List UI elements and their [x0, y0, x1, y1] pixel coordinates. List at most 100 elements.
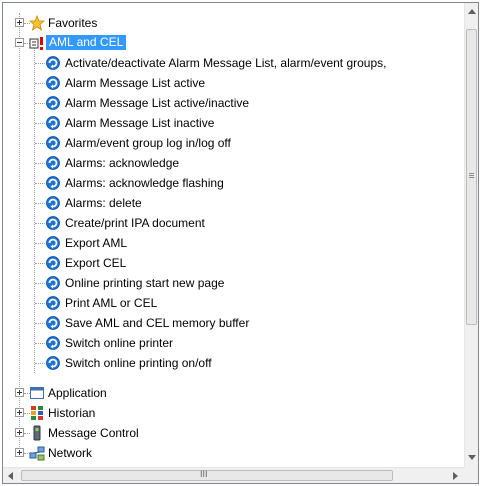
tree-node-label: Favorites: [48, 16, 98, 30]
tree-node-label: Network: [48, 446, 93, 460]
tree-leaf-function[interactable]: Print AML or CEL: [3, 293, 466, 313]
tree-node-label: Message Control: [48, 426, 139, 440]
tree-line: [35, 163, 45, 164]
tree-leaf-function[interactable]: Export AML: [3, 233, 466, 253]
tree-node-application[interactable]: Application: [3, 383, 466, 403]
tree-node-message-control[interactable]: Message Control: [3, 423, 466, 443]
function-icon: [46, 336, 60, 350]
tree-leaf-function[interactable]: Create/print IPA document: [3, 213, 466, 233]
tree-node-label: Application: [48, 386, 107, 400]
function-icon: [46, 56, 60, 70]
expand-button[interactable]: [15, 388, 24, 397]
tree-line: [35, 323, 45, 324]
tree-line: [35, 263, 45, 264]
tree-leaf-label: Online printing start new page: [65, 276, 225, 290]
tree-node-historian[interactable]: Historian: [3, 403, 466, 423]
collapse-button[interactable]: [15, 38, 24, 47]
scroll-up-arrow-icon[interactable]: [468, 9, 476, 15]
tree-leaf-function[interactable]: Alarm Message List active: [3, 73, 466, 93]
tree-leaf-function[interactable]: Alarms: acknowledge: [3, 153, 466, 173]
expand-button[interactable]: [15, 18, 24, 27]
scroll-down-arrow-icon[interactable]: [468, 455, 476, 461]
tree-leaf-label: Print AML or CEL: [65, 296, 158, 310]
tree-leaf-label: Alarm Message List inactive: [65, 116, 215, 130]
function-icon: [46, 96, 60, 110]
tree-leaf-label: Alarms: acknowledge: [65, 156, 180, 170]
tree-line: [35, 183, 45, 184]
function-icon: [46, 276, 60, 290]
tree-leaf-function[interactable]: Alarm Message List inactive: [3, 113, 466, 133]
device-icon: [33, 425, 41, 441]
scroll-right-arrow-icon[interactable]: [453, 472, 459, 480]
expand-button[interactable]: [15, 428, 24, 437]
tree-line: [35, 243, 45, 244]
function-icon: [46, 216, 60, 230]
horizontal-scroll-thumb[interactable]: III: [21, 469, 393, 481]
tree-leaf-function[interactable]: Alarms: acknowledge flashing: [3, 173, 466, 193]
tree-leaf-label: Save AML and CEL memory buffer: [65, 316, 250, 330]
vertical-scrollbar[interactable]: [464, 3, 478, 467]
function-icon: [46, 176, 60, 190]
tree-leaf-function[interactable]: Online printing start new page: [3, 273, 466, 293]
tree-leaf-label: Switch online printer: [65, 336, 174, 350]
tree-leaf-label: Activate/deactivate Alarm Message List, …: [65, 56, 387, 70]
function-icon: [46, 356, 60, 370]
tree-leaf-function[interactable]: Switch online printer: [3, 333, 466, 353]
tree-line: [35, 283, 45, 284]
tree-node-favorites[interactable]: Favorites: [3, 13, 466, 33]
expand-button[interactable]: [15, 448, 24, 457]
function-tree[interactable]: Favorites AML and CEL Activate/deactivat…: [3, 3, 466, 467]
function-icon: [46, 196, 60, 210]
function-icon: [46, 116, 60, 130]
function-icon: [46, 296, 60, 310]
tree-leaf-label: Alarms: delete: [65, 196, 142, 210]
tree-leaf-label: Export AML: [65, 236, 128, 250]
historian-icon: [31, 406, 43, 420]
tree-leaf-label: Export CEL: [65, 256, 127, 270]
tree-leaf-function[interactable]: Alarm Message List active/inactive: [3, 93, 466, 113]
tree-node-label-selected: AML and CEL: [46, 35, 127, 50]
tree-leaf-function[interactable]: Switch online printing on/off: [3, 353, 466, 373]
star-icon: [29, 15, 45, 31]
function-icon: [46, 76, 60, 90]
tree-leaf-label: Switch online printing on/off: [65, 356, 212, 370]
tree-leaf-label: Alarm Message List active/inactive: [65, 96, 250, 110]
tree-line: [35, 343, 45, 344]
tree-line: [35, 123, 45, 124]
scroll-grip: III: [200, 469, 208, 479]
tree-line: [35, 63, 45, 64]
tree-line: [35, 103, 45, 104]
tree-line: [35, 203, 45, 204]
window-icon: [30, 387, 44, 399]
vertical-scroll-thumb[interactable]: [466, 29, 477, 325]
tree-leaf-function[interactable]: Activate/deactivate Alarm Message List, …: [3, 53, 466, 73]
function-icon: [46, 136, 60, 150]
tree-leaf-function[interactable]: Alarm/event group log in/log off: [3, 133, 466, 153]
tree-line: [35, 223, 45, 224]
scroll-corner: [464, 467, 478, 483]
tree-leaf-function[interactable]: Save AML and CEL memory buffer: [3, 313, 466, 333]
horizontal-scrollbar[interactable]: III: [3, 467, 466, 483]
function-icon: [46, 156, 60, 170]
scroll-left-arrow-icon[interactable]: [8, 472, 14, 480]
tree-leaf-function[interactable]: Alarms: delete: [3, 193, 466, 213]
tree-leaf-label: Alarms: acknowledge flashing: [65, 176, 224, 190]
network-icon: [29, 446, 45, 461]
function-icon: [46, 236, 60, 250]
tree-line: [35, 303, 45, 304]
tree-node-aml-cel[interactable]: AML and CEL: [3, 33, 466, 53]
tree-leaf-label: Alarm/event group log in/log off: [65, 136, 231, 150]
tree-line: [35, 83, 45, 84]
tree-node-network[interactable]: Network: [3, 443, 466, 463]
tree-line: [35, 363, 45, 364]
tree-leaf-function[interactable]: Export CEL: [3, 253, 466, 273]
alarm-list-icon: [29, 37, 43, 50]
tree-leaf-label: Alarm Message List active: [65, 76, 206, 90]
function-icon: [46, 256, 60, 270]
function-icon: [46, 316, 60, 330]
tree-leaf-label: Create/print IPA document: [65, 216, 205, 230]
tree-line: [35, 143, 45, 144]
tree-node-label: Historian: [48, 406, 96, 420]
expand-button[interactable]: [15, 408, 24, 417]
tree-view-frame: Favorites AML and CEL Activate/deactivat…: [2, 2, 479, 484]
